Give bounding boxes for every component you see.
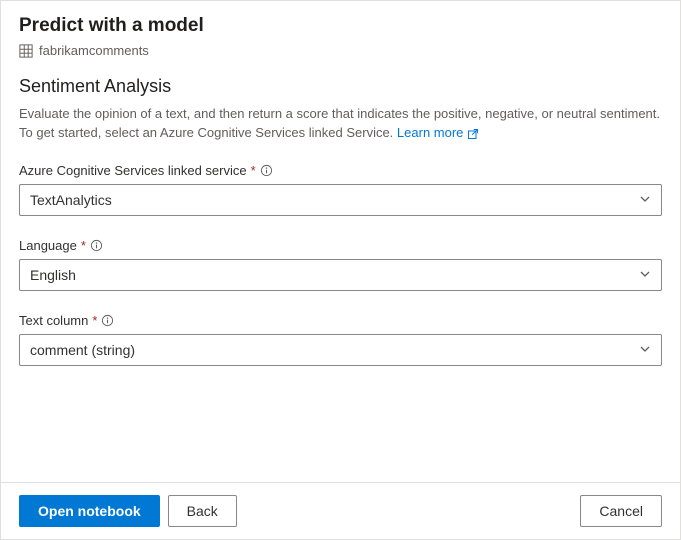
content-area: Predict with a model fabrikamcomments Se… (1, 1, 680, 482)
resource-row: fabrikamcomments (19, 43, 662, 58)
field-language: Language * English (19, 238, 662, 291)
language-dropdown[interactable]: English (19, 259, 662, 291)
section-title: Sentiment Analysis (19, 76, 662, 97)
linked-service-label-text: Azure Cognitive Services linked service (19, 163, 247, 178)
open-notebook-button[interactable]: Open notebook (19, 495, 160, 527)
linked-service-dropdown[interactable]: TextAnalytics (19, 184, 662, 216)
page-title: Predict with a model (19, 15, 662, 37)
footer-bar: Open notebook Back Cancel (1, 482, 680, 539)
description-text: Evaluate the opinion of a text, and then… (19, 106, 660, 140)
required-asterisk: * (81, 238, 86, 253)
field-text-column: Text column * comment (string) (19, 313, 662, 366)
text-column-dropdown[interactable]: comment (string) (19, 334, 662, 366)
chevron-down-icon (639, 267, 651, 283)
text-column-label-text: Text column (19, 313, 88, 328)
cancel-button[interactable]: Cancel (580, 495, 662, 527)
info-icon[interactable] (90, 239, 103, 252)
field-label-linked-service: Azure Cognitive Services linked service … (19, 163, 662, 178)
language-label-text: Language (19, 238, 77, 253)
linked-service-value: TextAnalytics (30, 192, 112, 208)
required-asterisk: * (251, 163, 256, 178)
info-icon[interactable] (260, 164, 273, 177)
learn-more-label: Learn more (397, 124, 463, 143)
info-icon[interactable] (101, 314, 114, 327)
section-description: Evaluate the opinion of a text, and then… (19, 105, 662, 143)
field-linked-service: Azure Cognitive Services linked service … (19, 163, 662, 216)
back-button[interactable]: Back (168, 495, 237, 527)
resource-name: fabrikamcomments (39, 43, 149, 58)
required-asterisk: * (92, 313, 97, 328)
field-label-language: Language * (19, 238, 662, 253)
language-value: English (30, 267, 76, 283)
learn-more-link[interactable]: Learn more (397, 124, 479, 143)
text-column-value: comment (string) (30, 342, 135, 358)
table-icon (19, 44, 33, 58)
chevron-down-icon (639, 192, 651, 208)
chevron-down-icon (639, 342, 651, 358)
external-link-icon (467, 127, 479, 139)
field-label-text-column: Text column * (19, 313, 662, 328)
